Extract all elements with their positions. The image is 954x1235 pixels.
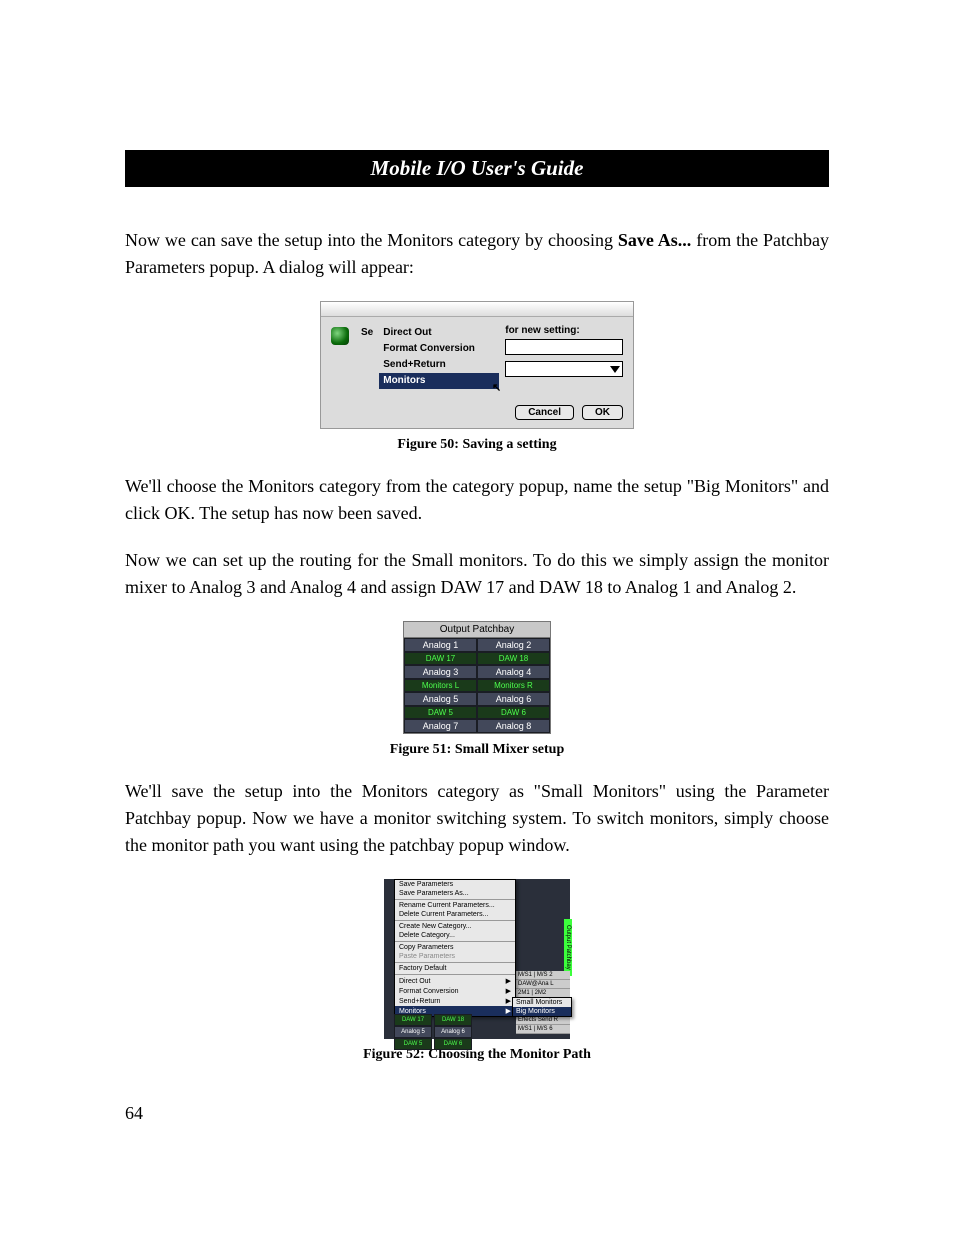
figure-51-patchbay: Output Patchbay Analog 1Analog 2DAW 17DA… (403, 621, 551, 734)
strip-row: M/S1 | M/S 6 (516, 1025, 570, 1034)
submenu-item[interactable]: Small Monitors (513, 998, 571, 1007)
figure-52-menu: Output Patchbay M/S1 | M/S 2DAW@Ana L2M1… (384, 879, 570, 1039)
menu-item[interactable]: Format Conversion (379, 341, 499, 357)
window-titlebar (321, 302, 633, 317)
patchbay-cell: Analog 1 (404, 638, 477, 652)
context-menu[interactable]: Save ParametersSave Parameters As... Rena… (394, 879, 516, 1017)
patchbay-cell[interactable]: DAW 5 (404, 706, 477, 719)
menu-item[interactable]: Copy Parameters (395, 943, 515, 952)
system-icon (331, 327, 349, 345)
patchbay-cell[interactable]: DAW 18 (477, 652, 550, 665)
figure-50-dialog: Se Direct Out Format Conversion Send+Ret… (320, 301, 634, 429)
label-prefix: Se (361, 325, 373, 389)
patchbay-title: Output Patchbay (404, 622, 550, 638)
menu-item-selected[interactable]: Monitors ↖ (379, 373, 499, 389)
text: Now we can save the setup into the Monit… (125, 230, 618, 250)
menu-item[interactable]: Save Parameters (395, 880, 515, 889)
patchbay-cell[interactable]: DAW 17 (404, 652, 477, 665)
menu-item[interactable]: Direct Out (379, 325, 499, 341)
paragraph-1: Now we can save the setup into the Monit… (125, 227, 829, 281)
menu-item[interactable]: Delete Current Parameters... (395, 910, 515, 919)
mix-cell: Analog 6 (434, 1026, 472, 1038)
patchbay-cell[interactable]: Monitors R (477, 679, 550, 692)
patchbay-cell: Analog 7 (404, 719, 477, 733)
menu-item[interactable]: Format Conversion▶ (395, 986, 515, 996)
submenu-item-selected[interactable]: Big Monitors (513, 1007, 571, 1016)
name-input[interactable] (505, 339, 623, 355)
paragraph-2: We'll choose the Monitors category from … (125, 473, 829, 527)
patchbay-cell: Analog 6 (477, 692, 550, 706)
chevron-right-icon: ▶ (506, 1007, 511, 1015)
menu-item[interactable]: Create New Category... (395, 922, 515, 931)
menu-item[interactable]: Send+Return▶ (395, 996, 515, 1006)
strip-row: M/S1 | M/S 2 (516, 971, 570, 980)
patchbay-cell: Analog 3 (404, 665, 477, 679)
strip-row: Effects Send R (516, 1016, 570, 1025)
paragraph-4: We'll save the setup into the Monitors c… (125, 778, 829, 859)
menu-item: Paste Parameters (395, 952, 515, 961)
menu-item[interactable]: Save Parameters As... (395, 889, 515, 898)
mix-cell: DAW 6 (434, 1038, 472, 1050)
side-label: Output Patchbay (564, 919, 572, 976)
dialog-label: for new setting: (505, 325, 623, 336)
figure-51-caption: Figure 51: Small Mixer setup (125, 742, 829, 758)
menu-item[interactable]: Direct Out▶ (395, 976, 515, 986)
menu-item[interactable]: Delete Category... (395, 931, 515, 940)
cursor-icon: ↖ (492, 381, 501, 395)
patchbay-cell: Analog 5 (404, 692, 477, 706)
page-number: 64 (125, 1103, 829, 1124)
figure-50-caption: Figure 50: Saving a setting (125, 437, 829, 453)
ok-button[interactable]: OK (582, 405, 623, 420)
mix-cell: Analog 5 (394, 1026, 432, 1038)
strip-row: DAW@Ana L (516, 980, 570, 989)
chevron-right-icon: ▶ (506, 987, 511, 995)
page-header: Mobile I/O User's Guide (125, 150, 829, 187)
patchbay-cell: Analog 8 (477, 719, 550, 733)
mix-cell: DAW 5 (394, 1038, 432, 1050)
paragraph-3: Now we can set up the routing for the Sm… (125, 547, 829, 601)
mix-cell: DAW 17 (394, 1014, 432, 1026)
figure-52-caption: Figure 52: Choosing the Monitor Path (125, 1047, 829, 1063)
mix-cell: DAW 18 (434, 1014, 472, 1026)
context-submenu[interactable]: Small Monitors Big Monitors (512, 997, 572, 1017)
chevron-right-icon: ▶ (506, 977, 511, 985)
patchbay-cell: Analog 2 (477, 638, 550, 652)
chevron-down-icon (610, 366, 620, 373)
menu-item[interactable]: Send+Return (379, 357, 499, 373)
text-bold: Save As... (618, 230, 691, 250)
patchbay-cell[interactable]: DAW 6 (477, 706, 550, 719)
patchbay-cell[interactable]: Monitors L (404, 679, 477, 692)
category-dropdown[interactable] (505, 361, 623, 377)
cancel-button[interactable]: Cancel (515, 405, 574, 420)
category-menu[interactable]: Direct Out Format Conversion Send+Return… (379, 325, 499, 389)
menu-item[interactable]: Factory Default (395, 964, 515, 973)
chevron-right-icon: ▶ (506, 997, 511, 1005)
patchbay-cell: Analog 4 (477, 665, 550, 679)
menu-item[interactable]: Rename Current Parameters... (395, 901, 515, 910)
